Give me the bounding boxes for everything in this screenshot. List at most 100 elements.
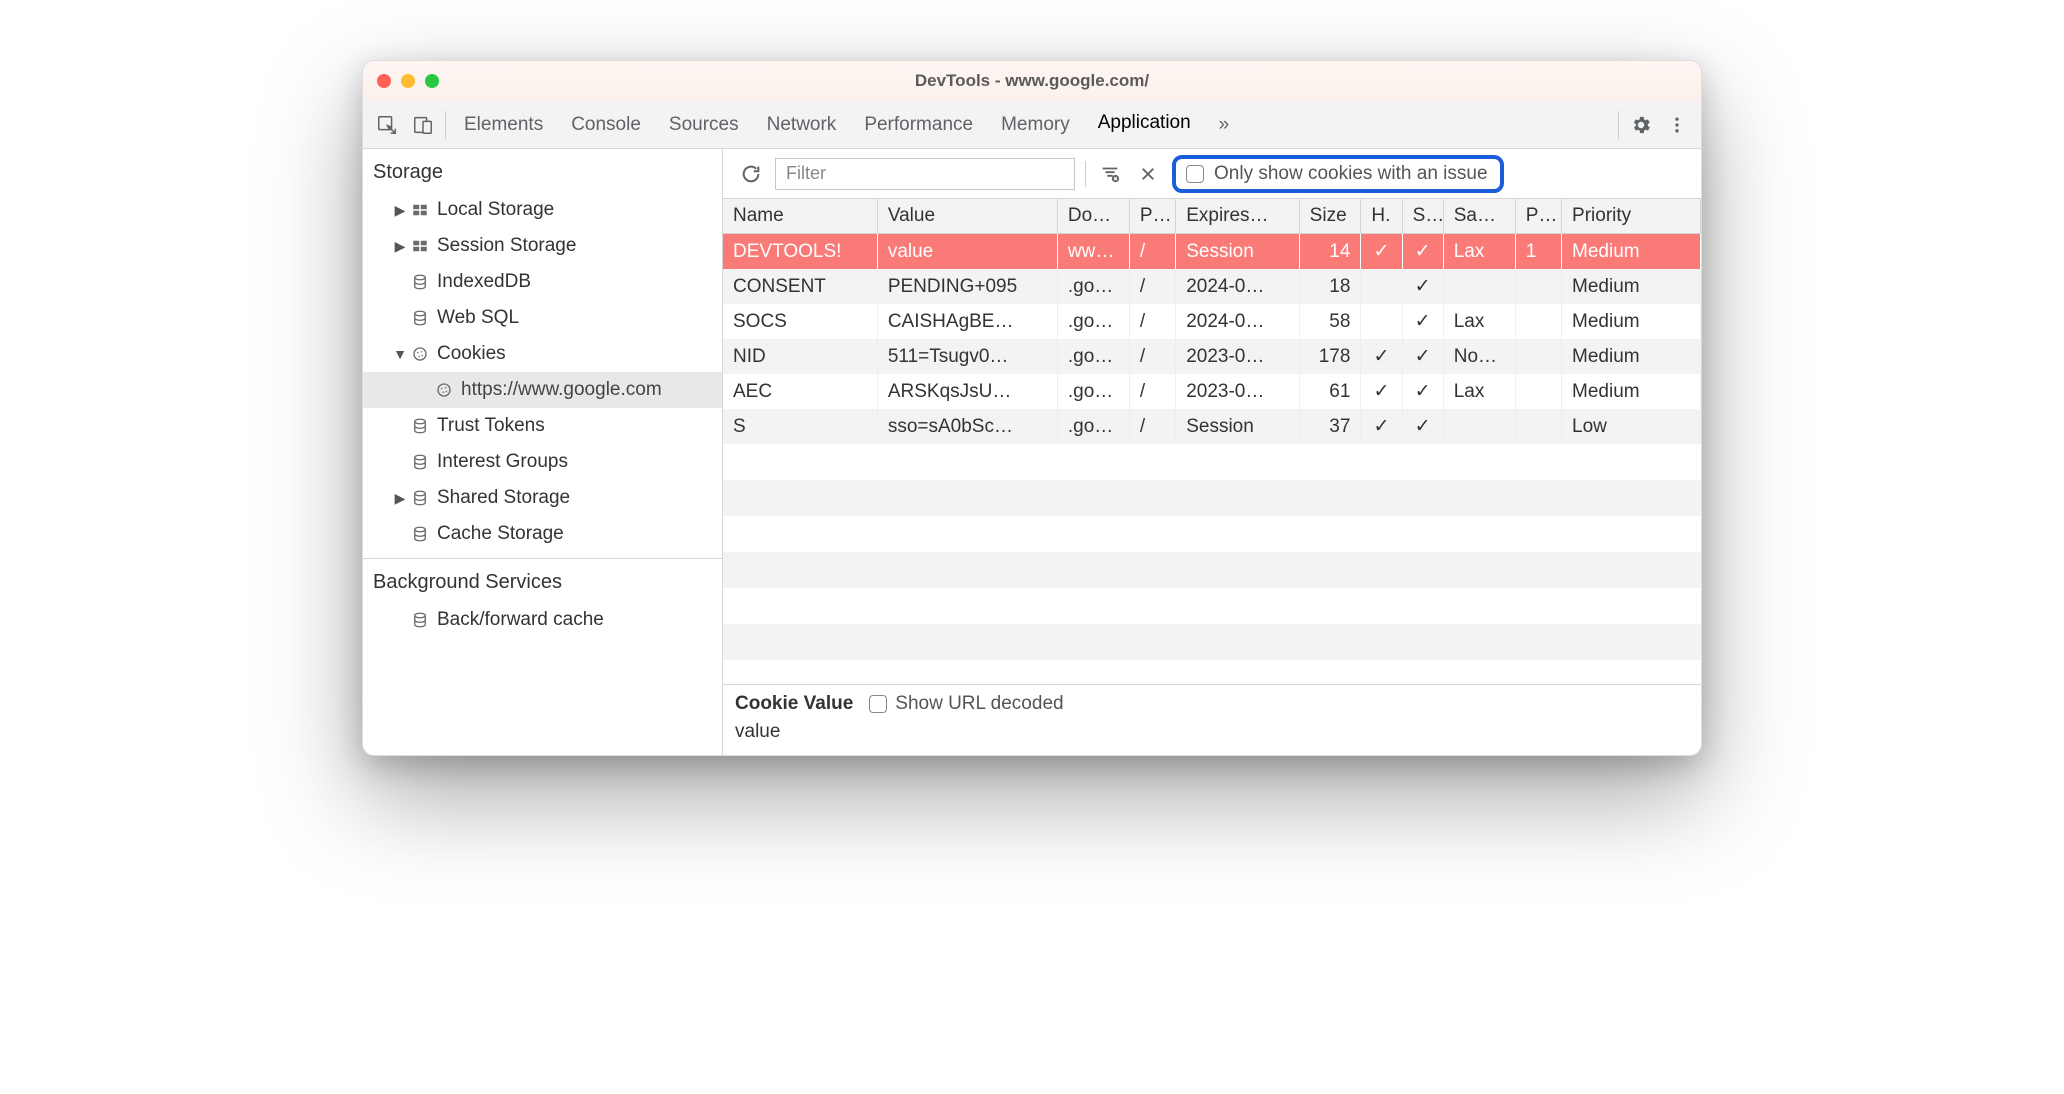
sidebar: Storage ▶Local Storage▶Session StorageIn… xyxy=(363,149,723,755)
table-header-row[interactable]: NameValueDo…P…Expires…SizeH.S…Sa…P…Prior… xyxy=(723,199,1701,234)
clear-all-icon[interactable] xyxy=(1134,160,1162,188)
tab-elements[interactable]: Elements xyxy=(450,101,557,149)
column-header[interactable]: Value xyxy=(877,199,1057,234)
table-row[interactable]: Ssso=sA0bSc….go…/Session37✓✓Low xyxy=(723,409,1701,444)
background-services-header: Background Services xyxy=(363,559,722,602)
cell-samesite: Lax xyxy=(1443,374,1515,409)
column-header[interactable]: Priority xyxy=(1562,199,1701,234)
cell-priority: Medium xyxy=(1562,374,1701,409)
column-header[interactable]: Sa… xyxy=(1443,199,1515,234)
tab-network[interactable]: Network xyxy=(753,101,851,149)
column-header[interactable]: Size xyxy=(1299,199,1361,234)
settings-icon[interactable] xyxy=(1623,107,1659,143)
cell-priority: Low xyxy=(1562,409,1701,444)
column-header[interactable]: S… xyxy=(1402,199,1443,234)
sidebar-item-label: Cache Storage xyxy=(437,523,564,545)
device-toolbar-icon[interactable] xyxy=(405,107,441,143)
cell-http xyxy=(1361,304,1402,339)
tab-console[interactable]: Console xyxy=(557,101,655,149)
sidebar-item-indexeddb[interactable]: IndexedDB xyxy=(363,264,722,300)
cell-http: ✓ xyxy=(1361,234,1402,270)
cell-name: DEVTOOLS! xyxy=(723,234,877,270)
column-header[interactable]: H. xyxy=(1361,199,1402,234)
cookies-table[interactable]: NameValueDo…P…Expires…SizeH.S…Sa…P…Prior… xyxy=(723,199,1701,444)
cookies-toolbar: Only show cookies with an issue xyxy=(723,149,1701,199)
cell-http: ✓ xyxy=(1361,339,1402,374)
cell-name: AEC xyxy=(723,374,877,409)
cell-secure: ✓ xyxy=(1402,374,1443,409)
cell-path: / xyxy=(1129,374,1175,409)
cell-expires: Session xyxy=(1176,409,1299,444)
sidebar-item-label: Interest Groups xyxy=(437,451,568,473)
tab-memory[interactable]: Memory xyxy=(987,101,1084,149)
show-url-decoded-toggle[interactable]: Show URL decoded xyxy=(869,693,1063,715)
db-icon xyxy=(409,489,431,507)
cell-partition xyxy=(1515,269,1561,304)
only-issues-checkbox[interactable] xyxy=(1186,165,1204,183)
cell-samesite xyxy=(1443,269,1515,304)
cell-domain: .go… xyxy=(1057,409,1129,444)
cookie-icon xyxy=(409,345,431,363)
db-icon xyxy=(409,525,431,543)
sidebar-item-cookies[interactable]: ▼Cookies xyxy=(363,336,722,372)
tabs-overflow-button[interactable]: » xyxy=(1205,101,1244,149)
tab-sources[interactable]: Sources xyxy=(655,101,753,149)
filter-input[interactable] xyxy=(775,158,1075,190)
cell-secure: ✓ xyxy=(1402,269,1443,304)
cell-partition: 1 xyxy=(1515,234,1561,270)
cell-priority: Medium xyxy=(1562,234,1701,270)
sidebar-item-label: IndexedDB xyxy=(437,271,531,293)
cell-priority: Medium xyxy=(1562,304,1701,339)
sidebar-item-cache-storage[interactable]: Cache Storage xyxy=(363,516,722,552)
column-header[interactable]: Expires… xyxy=(1176,199,1299,234)
sidebar-item-shared-storage[interactable]: ▶Shared Storage xyxy=(363,480,722,516)
zoom-window-button[interactable] xyxy=(425,74,439,88)
inspect-element-icon[interactable] xyxy=(369,107,405,143)
close-window-button[interactable] xyxy=(377,74,391,88)
table-row[interactable]: NID511=Tsugv0….go…/2023-0…178✓✓No…Medium xyxy=(723,339,1701,374)
kebab-menu-icon[interactable] xyxy=(1659,107,1695,143)
cell-name: S xyxy=(723,409,877,444)
cell-name: SOCS xyxy=(723,304,877,339)
cell-expires: 2023-0… xyxy=(1176,339,1299,374)
tabs-row: ElementsConsoleSourcesNetworkPerformance… xyxy=(363,101,1701,149)
sidebar-item-label: Trust Tokens xyxy=(437,415,545,437)
divider xyxy=(1618,111,1619,139)
cell-size: 178 xyxy=(1299,339,1361,374)
caret-icon: ▶ xyxy=(393,238,407,255)
cookie-value-label: Cookie Value xyxy=(735,693,853,715)
cell-priority: Medium xyxy=(1562,269,1701,304)
sidebar-item-local-storage[interactable]: ▶Local Storage xyxy=(363,192,722,228)
cell-path: / xyxy=(1129,409,1175,444)
sidebar-item-https-www-google-com[interactable]: https://www.google.com xyxy=(363,372,722,408)
cell-name: NID xyxy=(723,339,877,374)
minimize-window-button[interactable] xyxy=(401,74,415,88)
cell-size: 14 xyxy=(1299,234,1361,270)
sidebar-item-web-sql[interactable]: Web SQL xyxy=(363,300,722,336)
table-row[interactable]: CONSENTPENDING+095.go…/2024-0…18✓Medium xyxy=(723,269,1701,304)
cookie-icon xyxy=(433,381,455,399)
table-row[interactable]: AECARSKqsJsU….go…/2023-0…61✓✓LaxMedium xyxy=(723,374,1701,409)
refresh-icon[interactable] xyxy=(737,160,765,188)
table-row[interactable]: DEVTOOLS!valueww…/Session14✓✓Lax1Medium xyxy=(723,234,1701,270)
only-issues-checkbox-group[interactable]: Only show cookies with an issue xyxy=(1172,155,1504,193)
column-header[interactable]: Name xyxy=(723,199,877,234)
sidebar-item-interest-groups[interactable]: Interest Groups xyxy=(363,444,722,480)
show-url-decoded-checkbox[interactable] xyxy=(869,695,887,713)
cell-value: PENDING+095 xyxy=(877,269,1057,304)
main-panel: Only show cookies with an issue NameValu… xyxy=(723,149,1701,755)
sidebar-item-trust-tokens[interactable]: Trust Tokens xyxy=(363,408,722,444)
cell-expires: 2023-0… xyxy=(1176,374,1299,409)
sidebar-item-session-storage[interactable]: ▶Session Storage xyxy=(363,228,722,264)
tab-application[interactable]: Application xyxy=(1084,101,1205,149)
caret-icon: ▼ xyxy=(393,346,407,362)
column-header[interactable]: P… xyxy=(1129,199,1175,234)
tab-performance[interactable]: Performance xyxy=(850,101,987,149)
column-header[interactable]: Do… xyxy=(1057,199,1129,234)
clear-filter-icon[interactable] xyxy=(1096,160,1124,188)
sidebar-item-back-forward-cache[interactable]: Back/forward cache xyxy=(363,602,722,638)
table-row[interactable]: SOCSCAISHAgBE….go…/2024-0…58✓LaxMedium xyxy=(723,304,1701,339)
column-header[interactable]: P… xyxy=(1515,199,1561,234)
cell-value: ARSKqsJsU… xyxy=(877,374,1057,409)
cell-expires: 2024-0… xyxy=(1176,269,1299,304)
